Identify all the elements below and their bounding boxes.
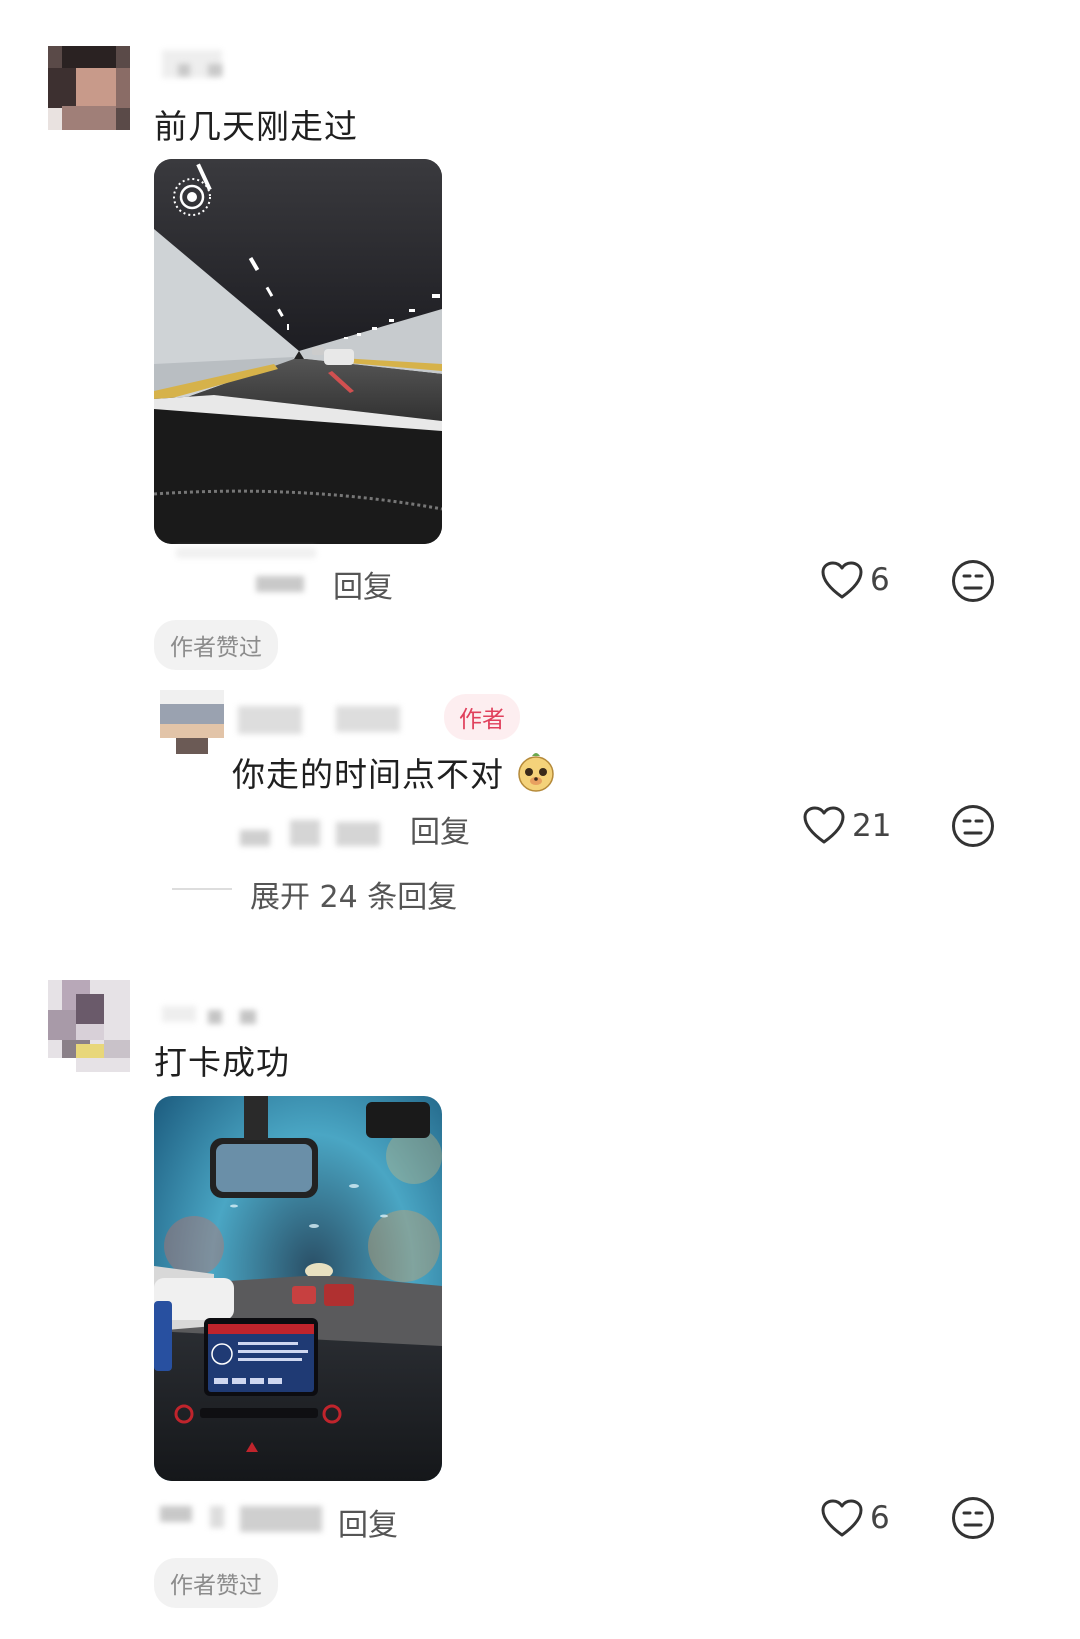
comment-text: 打卡成功 (154, 1043, 290, 1082)
aquarium-tunnel-photo (154, 1096, 442, 1481)
heart-outline-icon (803, 806, 845, 844)
divider-line (172, 888, 232, 890)
author-liked-badge: 作者赞过 (154, 620, 278, 670)
heart-outline-icon (821, 1499, 863, 1537)
neutral-face-icon[interactable] (951, 1496, 995, 1540)
reply-button[interactable]: 回复 (333, 562, 393, 606)
tunnel-photo (154, 159, 442, 544)
author-liked-badge: 作者赞过 (154, 1558, 278, 1608)
meerkat-emoji-icon (517, 753, 554, 792)
reply-text: 你走的时间点不对 (232, 748, 556, 796)
avatar[interactable] (160, 690, 224, 754)
reply-button[interactable]: 回复 (410, 807, 470, 851)
neutral-face-icon[interactable] (951, 804, 995, 848)
heart-outline-icon (821, 561, 863, 599)
comment-text: 前几天刚走过 (154, 107, 358, 146)
like-count: 6 (870, 562, 890, 598)
reply-button[interactable]: 回复 (338, 1500, 398, 1544)
comment-image[interactable] (154, 1096, 442, 1481)
expand-replies-label: 展开 24 条回复 (250, 880, 458, 915)
like-count: 21 (852, 808, 892, 844)
avatar[interactable] (48, 980, 130, 1072)
avatar[interactable] (48, 46, 130, 130)
like-count: 6 (870, 1500, 890, 1536)
comment-image[interactable] (154, 159, 442, 544)
author-badge: 作者 (444, 694, 520, 740)
neutral-face-icon[interactable] (951, 559, 995, 603)
